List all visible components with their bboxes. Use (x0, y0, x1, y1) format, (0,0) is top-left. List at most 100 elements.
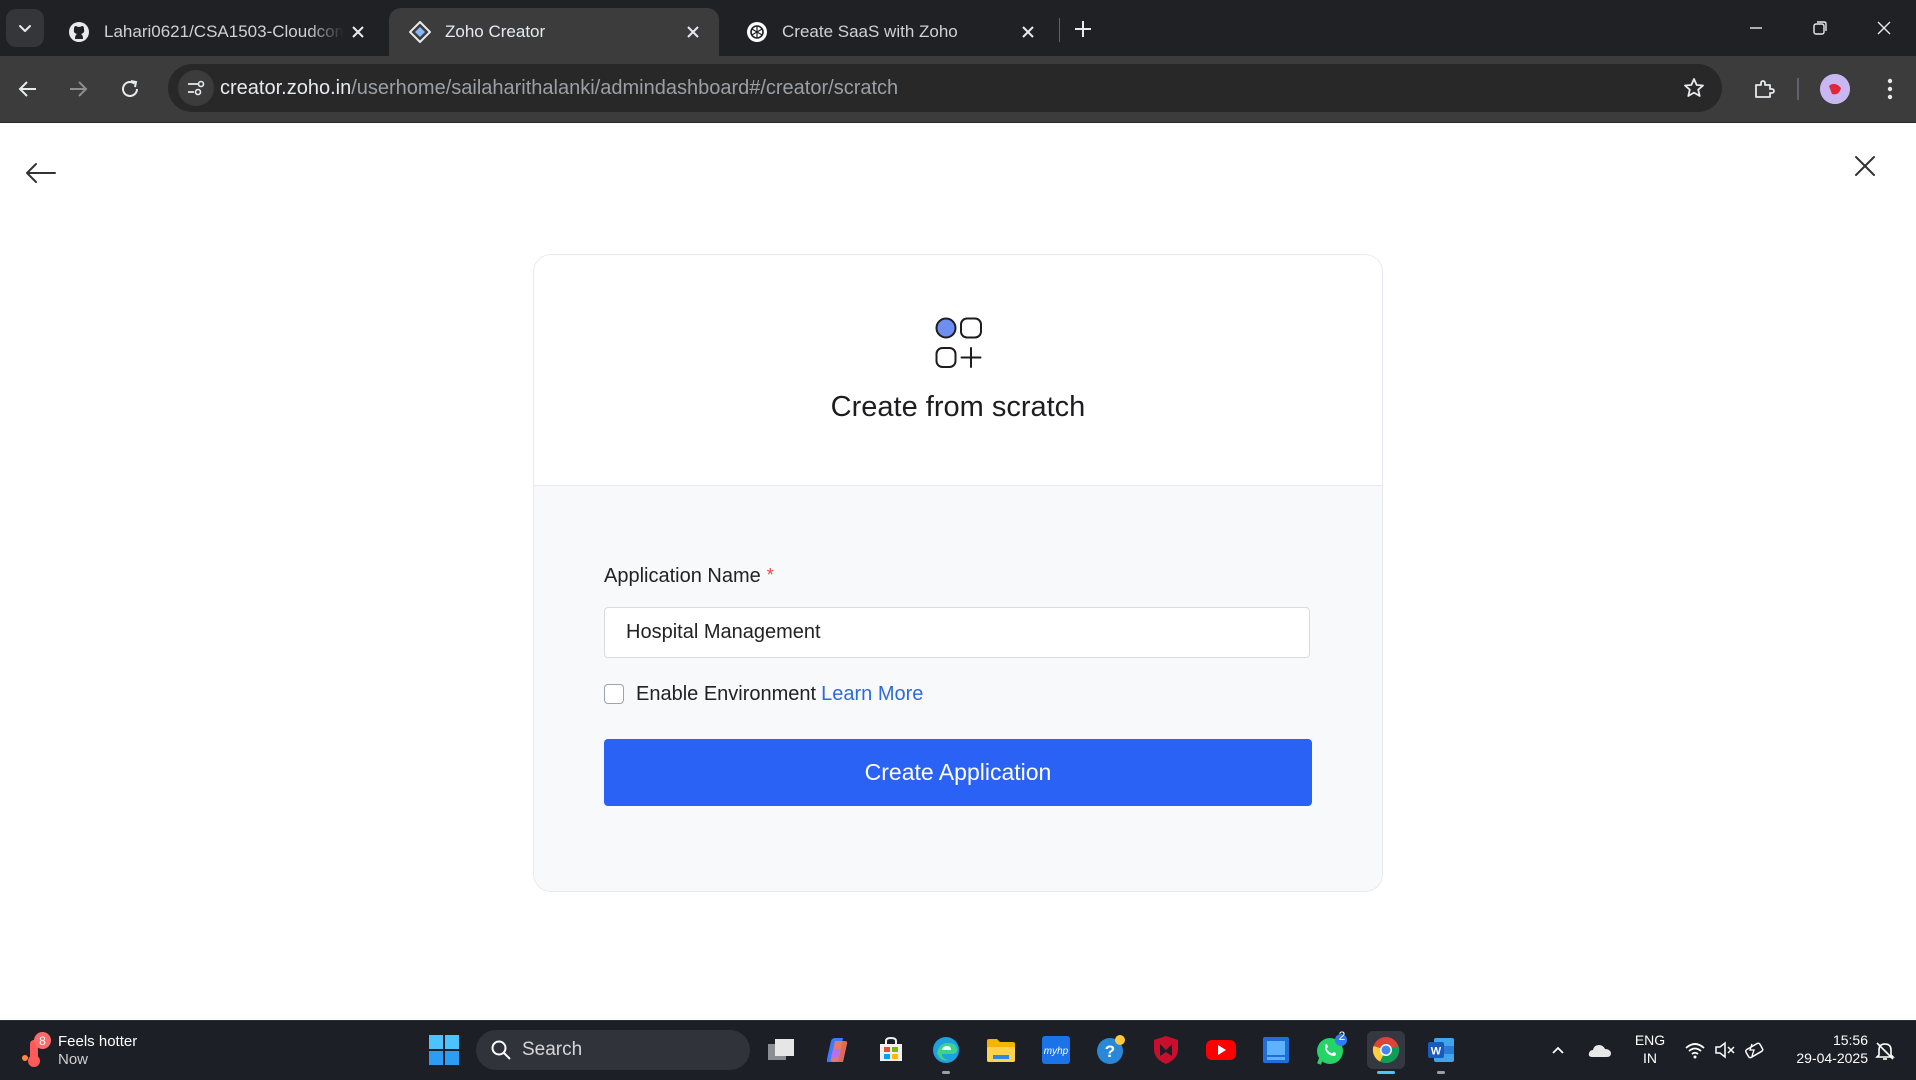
restore-button[interactable] (1788, 0, 1852, 56)
tab-zoho-creator[interactable]: Zoho Creator (389, 8, 719, 56)
clock-date: 29-04-2025 (1796, 1050, 1868, 1066)
tab-title: Zoho Creator (445, 22, 546, 41)
arrow-left-icon (18, 81, 36, 97)
more-vertical-icon (1887, 78, 1893, 100)
back-button[interactable] (8, 69, 48, 109)
tab-title: Lahari0621/CSA1503-Cloudcomputing (104, 22, 344, 41)
search-label: Search (522, 1039, 583, 1060)
svg-text:W: W (1431, 1046, 1442, 1058)
site-info-button[interactable] (178, 70, 214, 106)
taskbar-search[interactable]: Search (476, 1030, 750, 1070)
svg-text:myhp: myhp (1044, 1046, 1069, 1057)
language-indicator[interactable]: ENG IN (1630, 1031, 1670, 1067)
url-text: creator.zoho.in/userhome/sailaharithalan… (220, 64, 898, 112)
create-from-scratch-icon (935, 317, 982, 368)
chrome-icon[interactable] (1367, 1031, 1405, 1074)
app-name-label: Application Name * (604, 565, 774, 588)
blue-app-icon[interactable] (1257, 1031, 1295, 1069)
new-tab-button[interactable] (1066, 12, 1100, 46)
word-icon[interactable]: W (1422, 1031, 1460, 1074)
tab-close-button[interactable] (679, 18, 707, 46)
thermometer-icon: 8 (18, 1032, 51, 1068)
language-line2: IN (1643, 1050, 1657, 1066)
window-close-button[interactable] (1852, 0, 1916, 56)
tab-github[interactable]: Lahari0621/CSA1503-Cloudcomputing (48, 8, 384, 56)
weather-subtitle: Now (58, 1051, 89, 1068)
minimize-icon (1750, 27, 1762, 29)
card-header: Create from scratch (534, 255, 1382, 486)
tab-title: Create SaaS with Zoho (782, 22, 958, 41)
close-icon[interactable] (1847, 148, 1883, 184)
volume-muted-icon[interactable] (1714, 1041, 1736, 1059)
tab-create-saas[interactable]: Create SaaS with Zoho (726, 8, 1054, 56)
file-explorer-icon[interactable] (982, 1031, 1020, 1069)
address-bar[interactable]: creator.zoho.in/userhome/sailaharithalan… (168, 64, 1722, 112)
mcafee-icon[interactable] (1147, 1031, 1185, 1069)
wifi-icon[interactable] (1684, 1041, 1706, 1059)
edge-icon[interactable] (927, 1031, 965, 1074)
battery-icon[interactable] (1744, 1041, 1766, 1059)
myhp-icon[interactable]: myhp (1037, 1031, 1075, 1069)
chevron-down-icon (19, 25, 31, 32)
learn-more-link[interactable]: Learn More (821, 683, 923, 706)
onedrive-icon[interactable] (1588, 1041, 1612, 1059)
reload-button[interactable] (110, 69, 150, 109)
plus-icon (1075, 21, 1091, 37)
profile-avatar[interactable] (1820, 74, 1850, 104)
tune-icon (188, 80, 205, 96)
reload-icon (122, 80, 138, 97)
back-arrow-icon[interactable] (20, 153, 60, 193)
restore-icon (1813, 21, 1827, 35)
microsoft-store-icon[interactable] (872, 1031, 910, 1069)
clock-time: 15:56 (1832, 1032, 1868, 1048)
enable-environment-label: Enable Environment (636, 682, 817, 705)
github-icon (68, 21, 90, 43)
card-title: Create from scratch (830, 391, 1086, 423)
enable-environment-row: Enable Environment Learn More (604, 678, 923, 710)
app-name-input[interactable] (604, 607, 1310, 658)
windows-taskbar: 8 Feels hotter Now Search myhp ? 2 W ENG… (0, 1020, 1916, 1080)
avatar-icon (1820, 74, 1850, 104)
task-view-icon[interactable] (762, 1031, 800, 1069)
create-app-card: Create from scratch Application Name* En… (533, 254, 1383, 892)
url-host: creator.zoho.in (220, 77, 352, 99)
extensions-button[interactable] (1746, 71, 1782, 107)
youtube-icon[interactable] (1202, 1031, 1240, 1069)
weather-widget[interactable]: 8 Feels hotter Now (18, 1029, 137, 1073)
notification-bell-icon[interactable] (1874, 1040, 1896, 1062)
tab-close-button[interactable] (1014, 18, 1042, 46)
whatsapp-icon[interactable]: 2 (1312, 1029, 1350, 1069)
windows-start-icon[interactable] (428, 1034, 460, 1066)
openai-icon (746, 21, 768, 43)
forward-button[interactable] (58, 69, 98, 109)
enable-environment-checkbox[interactable] (604, 684, 624, 704)
puzzle-icon (1755, 80, 1775, 98)
tab-close-button[interactable] (344, 18, 372, 46)
weather-text: Feels hotter Now (58, 1033, 137, 1069)
weather-title: Feels hotter (58, 1033, 138, 1050)
search-icon (491, 1040, 511, 1060)
browser-tab-strip: Lahari0621/CSA1503-Cloudcomputing Zoho C… (0, 0, 1916, 56)
chevron-up-icon[interactable] (1550, 1042, 1566, 1058)
minimize-button[interactable] (1724, 0, 1788, 56)
close-icon (352, 26, 364, 38)
tab-separator (1059, 18, 1060, 42)
star-icon (1684, 78, 1704, 97)
url-path: /userhome/sailaharithalanki/admindashboa… (351, 77, 899, 99)
page-content: Create from scratch Application Name* En… (0, 123, 1916, 1020)
help-icon[interactable]: ? (1092, 1031, 1130, 1069)
tab-search-button[interactable] (6, 9, 44, 47)
system-clock[interactable]: 15:56 29-04-2025 (1774, 1031, 1868, 1067)
language-line1: ENG (1634, 1032, 1666, 1048)
running-indicator (1437, 1071, 1445, 1074)
close-icon (1022, 26, 1034, 38)
svg-text:?: ? (1105, 1042, 1115, 1061)
running-indicator (942, 1071, 950, 1074)
toolbar-separator (1797, 78, 1799, 100)
create-application-button[interactable]: Create Application (604, 739, 1312, 806)
copilot-icon[interactable] (817, 1031, 855, 1069)
app-name-label-text: Application Name (604, 565, 761, 587)
bookmark-button[interactable] (1680, 74, 1708, 102)
whatsapp-badge: 2 (1338, 1029, 1346, 1043)
browser-menu-button[interactable] (1872, 71, 1908, 107)
